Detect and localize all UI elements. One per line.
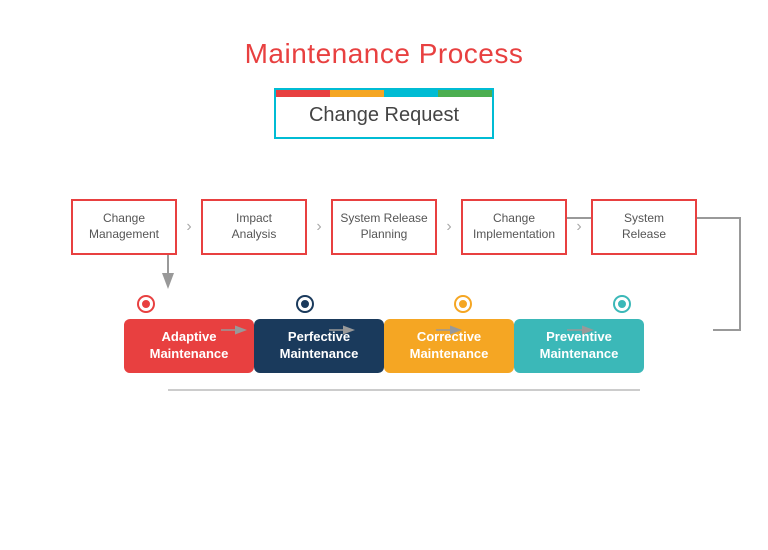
dot-adaptive [139,297,153,311]
color-bar-green [438,90,492,97]
maintenance-row: AdaptiveMaintenance PerfectiveMaintenanc… [124,319,644,373]
arrows-svg [0,0,768,550]
maint-box-perfective: PerfectiveMaintenance [254,319,384,373]
dots-row [139,297,629,311]
change-request-box: Change Request [274,88,494,139]
color-bar-orange [330,90,384,97]
process-box-change-implementation: Change Implementation [461,199,567,255]
color-bar [276,90,492,97]
change-request-wrapper: Change Request [274,88,494,139]
diagram-container: Maintenance Process Change Request Chang… [0,0,768,550]
color-bar-blue [384,90,438,97]
color-bar-red [276,90,330,97]
arrow-1: › [177,218,201,236]
dot-corrective [456,297,470,311]
arrow-3: › [437,218,461,236]
process-box-impact-analysis: Impact Analysis [201,199,307,255]
arrow-2: › [307,218,331,236]
maint-box-adaptive: AdaptiveMaintenance [124,319,254,373]
dot-preventive [615,297,629,311]
page-title: Maintenance Process [245,38,524,70]
process-row: Change Management › Impact Analysis › Sy… [71,199,697,255]
dot-perfective [298,297,312,311]
process-box-change-management: Change Management [71,199,177,255]
process-box-system-release-planning: System Release Planning [331,199,437,255]
maint-box-preventive: PreventiveMaintenance [514,319,644,373]
process-box-system-release: System Release [591,199,697,255]
arrow-4: › [567,218,591,236]
change-request-label: Change Request [309,104,459,126]
maint-box-corrective: CorrectiveMaintenance [384,319,514,373]
